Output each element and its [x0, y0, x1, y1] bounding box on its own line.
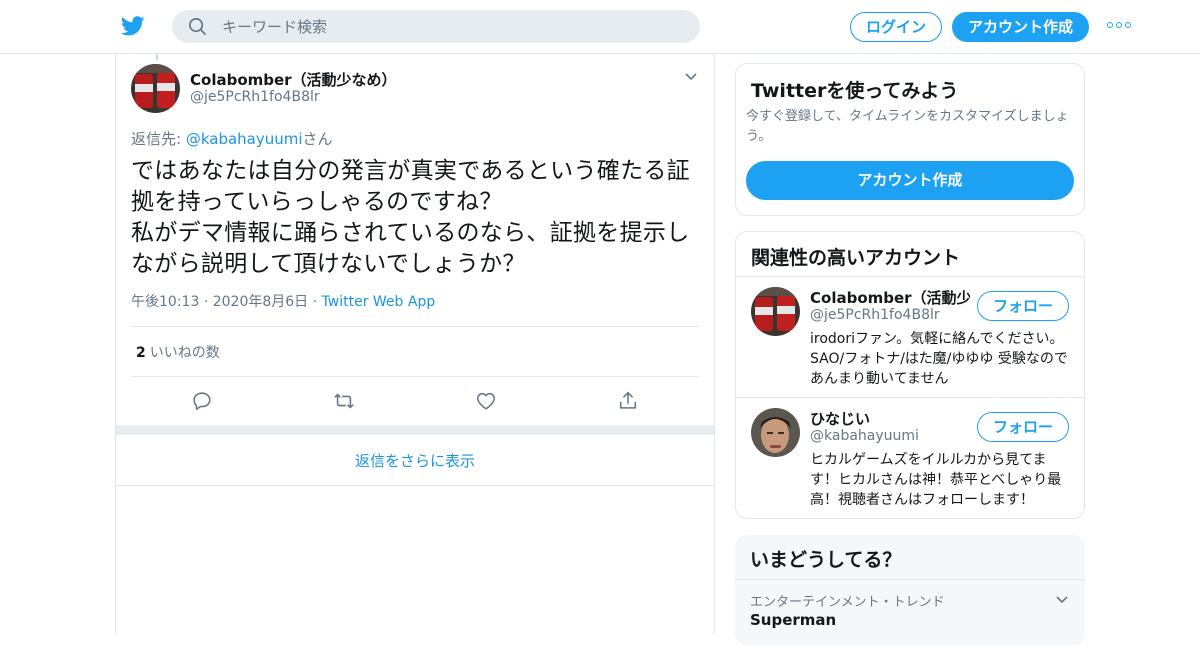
trends-title: いまどうしてる？: [750, 549, 902, 571]
reply-to-suffix: さん: [302, 130, 333, 148]
meta-separator: ·: [312, 294, 318, 310]
chevron-down-icon[interactable]: [684, 70, 698, 84]
account-bio: irodoriファン。気軽に絡んでください。 SAO/フォトナ/はた魔/ゆゆゆ …: [810, 331, 1068, 387]
tweet-text: ではあなたは自分の発言が真実であるという確たる証 拠を持っていらっしゃるのですね…: [131, 156, 706, 280]
section-separator: [116, 425, 714, 435]
related-account-item[interactable]: ひなじい @kabahayuumi フォロー ヒカルゲームズをイルルカから見てま…: [736, 398, 1084, 518]
more-icon[interactable]: [1107, 22, 1131, 30]
divider: [131, 326, 699, 327]
tweet-author-handle[interactable]: @je5PcRh1fo4B8lr: [190, 89, 320, 105]
like-count-label: いいねの数: [149, 345, 220, 361]
follow-button[interactable]: フォロー: [977, 291, 1069, 321]
signup-button[interactable]: アカウント作成: [952, 12, 1089, 42]
show-more-replies-link[interactable]: 返信をさらに表示: [116, 436, 714, 486]
search-box[interactable]: [172, 10, 700, 43]
divider: [735, 579, 1085, 580]
tweet-text-line: 拠を持っていらっしゃるのですね？: [131, 189, 503, 215]
like-count: 2: [136, 345, 146, 361]
tweet-author-avatar[interactable]: [131, 64, 180, 113]
trend-category: エンターテインメント・トレンド: [750, 595, 945, 610]
account-handle[interactable]: @kabahayuumi: [810, 428, 919, 444]
account-name[interactable]: ひなじい: [810, 408, 870, 429]
signup-card-button[interactable]: アカウント作成: [746, 161, 1074, 200]
account-handle[interactable]: @je5PcRh1fo4B8lr: [810, 307, 940, 323]
like-icon[interactable]: [475, 390, 497, 412]
account-name[interactable]: Colabomber（活動少...: [810, 287, 970, 308]
reply-icon[interactable]: [191, 390, 213, 412]
meta-separator: ·: [203, 294, 209, 310]
related-accounts-card: 関連性の高いアカウント Colabomber（活動少... @je5PcRh1f…: [735, 231, 1085, 519]
signup-card-title: Twitterを使ってみよう: [751, 80, 959, 102]
tweet-column: Colabomber（活動少なめ） @je5PcRh1fo4B8lr 返信先: …: [115, 54, 715, 634]
follow-button[interactable]: フォロー: [977, 412, 1069, 442]
search-icon: [189, 18, 206, 35]
reply-to-handle-link[interactable]: @kabahayuumi: [186, 130, 303, 148]
signup-card: Twitterを使ってみよう 今すぐ登録して、タイムラインをカスタマイズしましょ…: [735, 63, 1085, 216]
search-input[interactable]: [222, 10, 682, 43]
divider: [131, 376, 699, 377]
signup-card-subtitle: 今すぐ登録して、タイムラインをカスタマイズしましょう。: [746, 109, 1069, 144]
like-count-stat[interactable]: 2 いいねの数: [136, 342, 220, 362]
trends-card: いまどうしてる？ エンターテインメント・トレンド Superman: [735, 535, 1085, 645]
tweet-metadata: 午後10:13 · 2020年8月6日 · Twitter Web App: [131, 291, 435, 311]
top-navigation-bar: ログイン アカウント作成: [0, 0, 1200, 54]
trend-item[interactable]: Superman: [750, 611, 836, 629]
tweet-time[interactable]: 午後10:13: [131, 294, 199, 310]
tweet-author-name[interactable]: Colabomber（活動少なめ）: [190, 69, 397, 90]
related-account-item[interactable]: Colabomber（活動少... @je5PcRh1fo4B8lr フォロー …: [736, 277, 1084, 397]
tweet-date[interactable]: 2020年8月6日: [213, 294, 308, 310]
tweet-text-line: 私がデマ情報に踊らされているのなら、証拠を提示し: [131, 220, 690, 246]
tweet-text-line: ながら説明して頂けないでしょうか？: [131, 251, 526, 277]
login-button[interactable]: ログイン: [850, 12, 942, 42]
share-icon[interactable]: [617, 390, 639, 412]
tweet-text-line: ではあなたは自分の発言が真実であるという確たる証: [131, 158, 690, 184]
account-avatar[interactable]: [751, 408, 800, 457]
retweet-icon[interactable]: [333, 390, 355, 412]
chevron-down-icon[interactable]: [1055, 593, 1069, 607]
tweet-source-app[interactable]: Twitter Web App: [322, 294, 436, 310]
related-accounts-title: 関連性の高いアカウント: [751, 247, 961, 269]
twitter-logo-icon[interactable]: [120, 14, 146, 38]
reply-to-prefix: 返信先:: [131, 130, 186, 148]
reply-to-line: 返信先: @kabahayuumiさん: [131, 128, 333, 149]
thread-connector-line: [156, 54, 158, 60]
account-bio: ヒカルゲームズをイルルカから見てます！ヒカルさんは神！恭平とべしゃり最高！視聴者…: [810, 452, 1062, 508]
account-avatar[interactable]: [751, 287, 800, 336]
